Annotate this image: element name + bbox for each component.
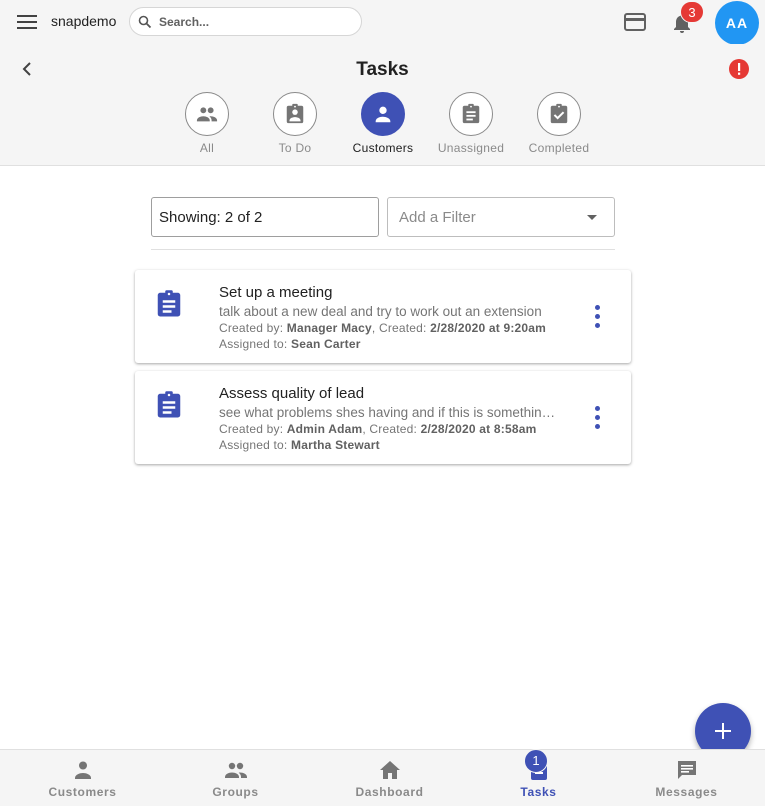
filter-tab-customers[interactable]: Customers [338,92,428,158]
notifications-badge: 3 [680,1,704,23]
filter-tab-label: All [199,141,215,155]
task-created-date: 2/28/2020 at 8:58am [420,422,537,436]
assignment-icon [157,290,181,317]
nav-label: Dashboard [355,785,424,799]
task-created-by: Admin Adam [286,422,363,436]
search-icon [138,15,152,29]
more-vert-icon[interactable] [587,404,607,432]
filter-tab-label: To Do [278,141,312,155]
search-input[interactable] [159,12,354,32]
person-icon [75,761,91,779]
menu-icon[interactable] [15,11,39,33]
user-avatar[interactable]: AA [715,1,759,45]
assignment-icon [157,391,181,418]
group-icon [196,107,218,122]
filter-tab-unassigned[interactable]: Unassigned [426,92,516,158]
showing-count-field: Showing: 2 of 2 [151,197,379,237]
person-icon [375,106,391,123]
task-assigned-to: Sean Carter [291,337,361,351]
nav-label: Customers [48,785,117,799]
bottom-navigation: Customers Groups Dashboard Tasks Message… [0,749,765,806]
search-box[interactable] [129,7,362,36]
task-title: Assess quality of lead [219,385,365,402]
plus-icon [715,723,731,739]
task-created-line: Created by: Admin Adam, Created: 2/28/20… [219,422,537,436]
task-created-by: Manager Macy [286,321,372,335]
task-assigned-line: Assigned to: Sean Carter [219,337,361,351]
nav-item-messages[interactable]: Messages [610,750,763,806]
task-title: Set up a meeting [219,284,333,301]
dropdown-caret-icon [587,215,597,220]
nav-item-groups[interactable]: Groups [159,750,312,806]
assignment-done-icon [550,103,568,124]
task-assigned-to: Martha Stewart [291,438,380,452]
filter-tab-label: Customers [352,141,414,155]
add-filter-dropdown[interactable]: Add a Filter [387,197,615,237]
filter-tab-label: Completed [528,141,590,155]
message-icon [678,761,696,779]
group-icon [225,762,247,778]
brand-name: snapdemo [51,13,117,29]
filter-divider [151,249,615,250]
filter-tab-completed[interactable]: Completed [514,92,604,158]
nav-item-customers[interactable]: Customers [6,750,159,806]
task-created-date: 2/28/2020 at 9:20am [430,321,547,335]
app-bar: snapdemo 3 AA [0,0,765,45]
home-icon [380,761,400,779]
task-created-line: Created by: Manager Macy, Created: 2/28/… [219,321,547,335]
error-alert-icon[interactable] [728,58,750,80]
tasks-badge: 1 [524,749,548,773]
credit-card-icon[interactable] [623,11,647,33]
task-description: talk about a new deal and try to work ou… [219,304,542,319]
nav-label: Groups [212,785,259,799]
task-card[interactable]: Set up a meeting talk about a new deal a… [135,270,631,363]
nav-label: Messages [655,785,718,799]
tasks-header: Tasks All To Do Customers Unassigned Com… [0,44,765,166]
add-filter-placeholder: Add a Filter [399,209,476,226]
nav-label: Tasks [520,785,557,799]
assignment-ind-icon [286,103,304,124]
task-card[interactable]: Assess quality of lead see what problems… [135,371,631,464]
nav-item-dashboard[interactable]: Dashboard [313,750,466,806]
more-vert-icon[interactable] [587,303,607,331]
page-title: Tasks [356,59,409,80]
task-assigned-line: Assigned to: Martha Stewart [219,438,380,452]
filter-tab-to-do[interactable]: To Do [250,92,340,158]
assignment-icon [462,103,480,124]
filter-tab-all[interactable]: All [162,92,252,158]
task-description: see what problems shes having and if thi… [219,405,559,420]
filter-tab-label: Unassigned [437,141,505,155]
